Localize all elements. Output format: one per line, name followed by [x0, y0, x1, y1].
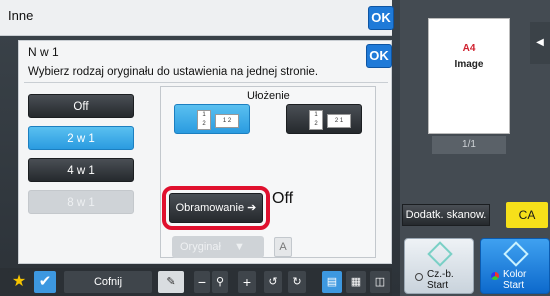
start-bw-line2: Start: [427, 280, 449, 291]
start-color-button[interactable]: Kolor Start: [480, 238, 550, 294]
divider: [24, 82, 388, 83]
multi-page-view-icon[interactable]: ◫: [370, 271, 390, 293]
diamond-start-icon: [427, 241, 453, 267]
grid-view-icon[interactable]: ▦: [346, 271, 366, 293]
panel-title: N w 1: [28, 45, 59, 59]
border-value: Off: [272, 190, 294, 207]
option-off-button[interactable]: Off: [28, 94, 134, 118]
ca-button[interactable]: CA: [506, 202, 548, 228]
settings-header: Inne: [0, 0, 392, 36]
layout-2in1-left-right-icon: 12: [197, 110, 211, 130]
start-bw-line1: Cz.-b.: [427, 269, 454, 280]
preview-page: A4 Image: [428, 18, 510, 134]
magnifier-icon[interactable]: ⚲: [212, 271, 228, 293]
option-4w1-button[interactable]: 4 w 1: [28, 158, 134, 182]
header-ok-button[interactable]: OK: [368, 6, 394, 30]
layout-2in1-result-icon: 1 2: [215, 114, 239, 128]
border-button-label: Obramowanie: [175, 202, 245, 214]
zoom-out-icon[interactable]: −: [194, 271, 210, 293]
layout-2in1-reversed-result-icon: 2 1: [327, 114, 351, 128]
start-color-line2: Start: [503, 280, 525, 291]
start-bw-button[interactable]: Cz.-b. Start: [404, 238, 474, 294]
layout-option-2-button[interactable]: 12 2 1: [286, 104, 362, 134]
bottom-toolbar: ★ ✔ Cofnij ✎ − ⚲ + ↺ ↻ ▤ ▦ ◫: [0, 268, 392, 296]
single-page-view-icon[interactable]: ▤: [322, 271, 342, 293]
original-button: Oryginał ▼: [172, 236, 264, 258]
diamond-start-icon: [503, 241, 529, 267]
favorite-star-icon[interactable]: ★: [8, 271, 30, 293]
arrow-right-icon: ➔: [247, 202, 257, 214]
option-8w1-button: 8 w 1: [28, 190, 134, 214]
color-dot-icon: [491, 272, 499, 280]
option-2w1-button[interactable]: 2 w 1: [28, 126, 134, 150]
checkmark-icon[interactable]: ✔: [34, 271, 56, 293]
additional-scan-button[interactable]: Dodatk. skanow.: [402, 204, 490, 226]
start-color-line1: Kolor: [503, 269, 527, 280]
rotate-left-icon[interactable]: ↺: [264, 271, 282, 293]
pen-icon[interactable]: ✎: [158, 271, 184, 293]
back-button[interactable]: Cofnij: [64, 271, 152, 293]
layout-2in1-right-left-icon: 12: [309, 110, 323, 130]
preview-size: A4: [462, 43, 476, 54]
border-button[interactable]: Obramowanie ➔: [169, 193, 263, 223]
panel-ok-button[interactable]: OK: [366, 44, 392, 68]
layout-label: Ułożenie: [247, 90, 290, 102]
collapse-panel-tab[interactable]: ◀: [530, 22, 550, 64]
zoom-in-icon[interactable]: +: [238, 271, 256, 293]
header-title: Inne: [8, 8, 34, 23]
page-indicator: 1/1: [432, 136, 506, 154]
layout-option-1-button[interactable]: 12 1 2: [174, 104, 250, 134]
original-button-label: Oryginał: [180, 241, 221, 253]
rotate-right-icon[interactable]: ↻: [288, 271, 306, 293]
a-button: A: [274, 237, 292, 257]
dropdown-icon: ▼: [234, 241, 245, 253]
bw-dot-icon: [415, 273, 423, 281]
preview-text: Image: [454, 59, 484, 70]
panel-description: Wybierz rodzaj oryginału do ustawienia n…: [28, 66, 319, 78]
